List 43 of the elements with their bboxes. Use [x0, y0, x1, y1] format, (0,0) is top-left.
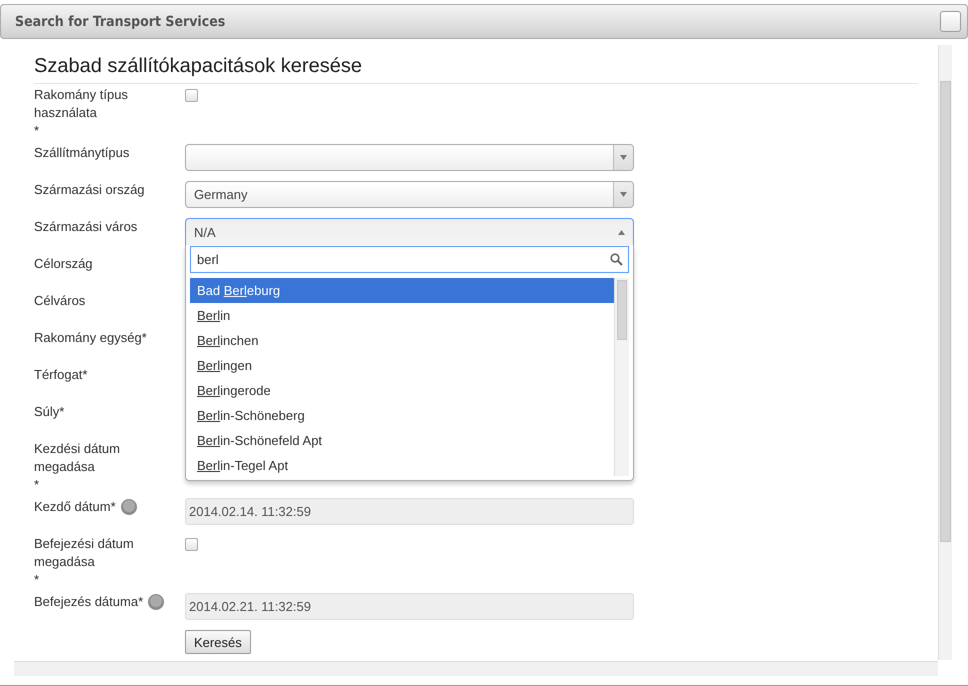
checkbox[interactable] [185, 538, 198, 551]
field-label: Szállítmánytípus [34, 144, 130, 162]
field-label: Térfogat* [34, 366, 88, 384]
caret-icon [620, 155, 627, 160]
field-label: Kezdési dátum megadása [34, 440, 121, 476]
horizontal-scrollbar[interactable] [14, 661, 938, 676]
field-label: Kezdő dátum* [34, 498, 116, 516]
field-label: Rakomány egység* [34, 329, 147, 347]
field-label: Származási város [34, 218, 138, 236]
search-icon [610, 253, 623, 266]
window-title: Search for Transport Services [15, 14, 226, 30]
scrollbar[interactable] [938, 45, 952, 660]
dropdown-option[interactable]: Berlin-Schönefeld Apt [190, 428, 614, 453]
checkbox[interactable] [185, 89, 198, 102]
maximize-button[interactable] [940, 11, 961, 32]
select-field[interactable] [185, 144, 634, 171]
dropdown-option[interactable]: Berlin-Schöneberg [190, 403, 614, 428]
field-label: Befejezési dátum megadása [34, 535, 135, 571]
scrollbar[interactable] [614, 278, 629, 476]
required-mark: * [34, 571, 40, 589]
select-field[interactable]: Germany [185, 181, 634, 208]
dropdown-option[interactable]: Berlingerode [190, 378, 614, 403]
field-label: Befejezés dátuma* [34, 593, 144, 611]
search-button[interactable]: Keresés [185, 630, 251, 654]
scroll-thumb[interactable] [617, 280, 627, 340]
dropdown-option[interactable]: Berlin-Tegel Apt [190, 453, 614, 478]
scroll-thumb[interactable] [940, 81, 951, 542]
field-label: Célváros [34, 292, 86, 310]
caret-icon [620, 192, 627, 197]
dropdown-option[interactable]: Bad Berleburg [190, 278, 614, 303]
required-mark: * [34, 476, 40, 494]
dropdown-option[interactable]: Berlin [190, 303, 614, 328]
field-label: Származási ország [34, 181, 145, 199]
dropdown-option[interactable]: Berlingen [190, 353, 614, 378]
select-field[interactable]: N/A [185, 218, 634, 245]
field-label: Rakomány típus használata [34, 86, 129, 122]
field-label: Súly* [34, 403, 64, 421]
field-label: Célország [34, 255, 93, 273]
required-mark: * [34, 122, 40, 140]
dropdown-option[interactable]: Berlinchen [190, 328, 614, 353]
search-field[interactable]: berl [190, 246, 629, 273]
form-heading: Szabad szállítókapacitások keresése [34, 55, 918, 84]
caret-icon [618, 230, 625, 234]
